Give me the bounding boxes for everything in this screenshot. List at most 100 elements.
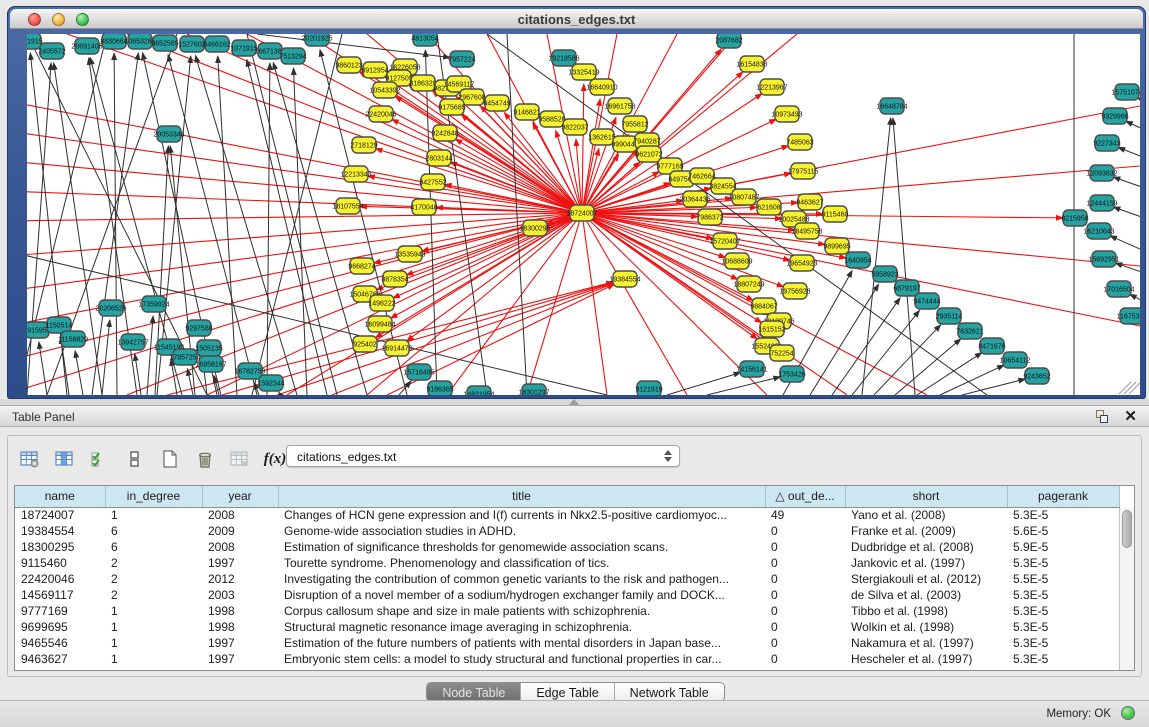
graph-node-9115460[interactable]: 9115460 [822,206,849,222]
graph-edge[interactable] [1118,147,1140,161]
graph-node-9822037[interactable]: 9822037 [561,119,588,135]
table-cell[interactable]: 0 [765,523,845,539]
graph-node-16914479[interactable]: 16914479 [381,340,412,356]
graph-edge[interactable] [917,353,982,395]
graph-node-621608[interactable]: 621608 [757,199,781,215]
table-row[interactable]: 946554611997Estimation of the future num… [15,635,1119,651]
graph-node-2405572[interactable]: 2405572 [38,43,65,59]
table-settings-icon[interactable] [17,446,43,472]
graph-edge[interactable] [582,213,607,395]
table-cell[interactable]: 2003 [202,587,278,603]
table-cell[interactable]: 5.3E-5 [1007,635,1119,651]
graph-node-8427552[interactable]: 8427552 [419,174,446,190]
table-cell[interactable]: Investigating the contribution of common… [278,571,765,587]
graph-node-16210643[interactable]: 16210643 [1083,223,1114,239]
delete-column-icon[interactable] [192,446,218,472]
table-cell[interactable]: 22420046 [15,571,105,587]
close-panel-icon[interactable]: ✕ [1124,407,1137,425]
column-header-out_de[interactable]: △ out_de... [765,486,845,507]
graph-edge[interactable] [1113,177,1140,191]
column-header-title[interactable]: title [278,486,765,507]
memory-status-icon[interactable] [1121,706,1135,720]
graph-edge[interactable] [277,283,614,395]
table-cell[interactable]: 1997 [202,651,278,667]
graph-edge[interactable] [667,373,741,395]
table-cell[interactable]: 6 [105,539,202,555]
table-cell[interactable]: 9777169 [15,603,105,619]
graph-edge[interactable] [187,369,193,395]
table-cell[interactable]: 49 [765,507,845,523]
graph-node-7632621[interactable]: 7632621 [956,323,983,339]
graph-edge[interactable] [247,34,337,395]
graph-node-2803144[interactable]: 2803144 [425,150,452,166]
graph-node-2935114[interactable]: 2935114 [936,308,963,324]
table-cell[interactable]: Nakamura et al. (1997) [845,635,1007,651]
table-scrollbar-thumb[interactable] [1122,510,1132,548]
table-cell[interactable]: 2 [105,587,202,603]
graph-node-9121919[interactable]: 9121919 [635,381,662,395]
network-window-titlebar[interactable]: citations_edges.txt [10,9,1143,29]
table-row[interactable]: 1938455462009Genome-wide association stu… [15,523,1119,539]
table-cell[interactable]: 18300295 [15,539,105,555]
table-cell[interactable]: 2 [105,571,202,587]
table-row[interactable]: 946362711997Embryonic stem cells: a mode… [15,651,1119,667]
graph-node-9899695[interactable]: 9899695 [823,238,850,254]
graph-node-9884067[interactable]: 9884067 [750,298,777,314]
table-cell[interactable]: 1 [105,619,202,635]
graph-edge[interactable] [1130,294,1140,306]
graph-node-4813054[interactable]: 4813054 [411,34,438,46]
table-cell[interactable]: 1 [105,603,202,619]
graph-node-9329966[interactable]: 9329966 [1101,108,1128,124]
table-cell[interactable]: 1998 [202,603,278,619]
table-cell[interactable]: Estimation of the future numbers of pati… [278,635,765,651]
graph-node-2087682[interactable]: 2087682 [715,34,742,48]
table-cell[interactable]: 6 [105,523,202,539]
graph-node-18807249[interactable]: 18807249 [733,276,764,292]
graph-edge[interactable] [75,351,83,395]
table-cell[interactable]: Disruption of a novel member of a sodium… [278,587,765,603]
table-row[interactable]: 1830029562008Estimation of significance … [15,539,1119,555]
tab-edge-table[interactable]: Edge Table [520,683,613,701]
graph-edge[interactable] [832,298,900,395]
graph-node-18300295[interactable]: 18300295 [519,220,550,236]
graph-node-16961758[interactable]: 16961758 [604,98,635,114]
table-cell[interactable]: 19384554 [15,523,105,539]
graph-node-1640954[interactable]: 1640954 [844,252,871,268]
tab-network-table[interactable]: Network Table [614,683,724,701]
table-cell[interactable]: Hescheler et al. (1997) [845,651,1007,667]
graph-edge[interactable] [810,284,879,395]
table-selector-dropdown[interactable]: citations_edges.txt [286,445,680,467]
function-builder-icon[interactable]: f(x) [262,446,288,472]
graph-node-16958167[interactable]: 16958167 [195,356,226,372]
graph-node-20691406[interactable]: 20691406 [71,38,102,54]
graph-node-17016504[interactable]: 17016504 [1103,281,1134,297]
graph-node-14821954[interactable]: 14821954 [463,386,494,395]
table-cell[interactable]: 2008 [202,539,278,555]
table-cell[interactable]: Stergiakouli et al. (2012) [845,571,1007,587]
graph-node-2718129[interactable]: 2718129 [350,137,377,153]
graph-node-1592344[interactable]: 1592344 [257,375,284,391]
graph-node-11675342[interactable]: 11675342 [1117,308,1140,324]
graph-edge[interactable] [187,34,582,213]
graph-node-9242848[interactable]: 9242848 [431,125,458,141]
graph-node-7957224[interactable]: 7957224 [448,51,475,67]
column-header-short[interactable]: short [845,486,1007,507]
column-header-pagerank[interactable]: pagerank [1007,486,1119,507]
graph-node-1615152[interactable]: 1615152 [758,321,785,337]
graph-node-10654112[interactable]: 10654112 [1000,352,1031,368]
graph-node-13535943[interactable]: 13535943 [394,246,425,262]
table-cell[interactable]: 9465546 [15,635,105,651]
network-graph[interactable]: 1872400798601238912954182260589127509818… [27,34,1140,395]
table-cell[interactable]: 2009 [202,523,278,539]
table-cell[interactable]: Jankovic et al. (1997) [845,555,1007,571]
graph-node-8454749[interactable]: 8454749 [483,95,510,111]
graph-node-9186365[interactable]: 9186365 [426,381,453,395]
graph-edge[interactable] [39,342,47,395]
table-cell[interactable]: 2 [105,555,202,571]
table-row[interactable]: 1456911722003Disruption of a novel membe… [15,587,1119,603]
table-cell[interactable]: 0 [765,603,845,619]
table-cell[interactable]: 9699695 [15,619,105,635]
graph-node-19218586[interactable]: 19218586 [548,50,579,66]
float-panel-icon[interactable] [1095,410,1109,424]
graph-node-7955812[interactable]: 7955812 [621,116,648,132]
